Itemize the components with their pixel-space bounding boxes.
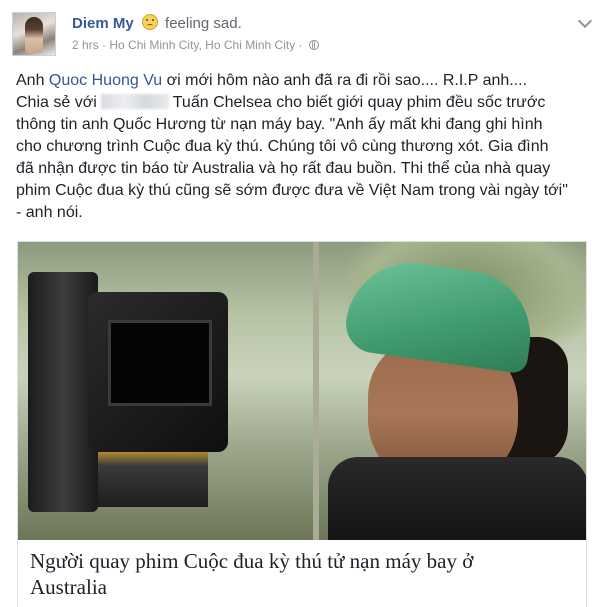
post-text: ơi mới hôm nào anh đã ra đi rồi sao.... … — [162, 72, 528, 89]
post-body: Anh Quoc Huong Vu ơi mới hôm nào anh đã … — [16, 70, 590, 224]
post-line: - anh nói. — [16, 204, 83, 221]
post-line: thông tin anh Quốc Hương từ nạn máy bay.… — [16, 116, 543, 133]
post-header-line: Diem My feeling sad. — [72, 14, 242, 32]
post-text: Tuấn Chelsea cho biết giới quay phim đều… — [172, 94, 546, 111]
link-title-line: Người quay phim Cuộc đua kỳ thú tử nạn m… — [30, 549, 474, 573]
globe-icon[interactable] — [308, 40, 319, 50]
meta-separator: · — [102, 38, 107, 52]
post-line: cho chương trình Cuộc đua kỳ thú. Chúng … — [16, 138, 549, 155]
post-text: Anh — [16, 72, 49, 89]
post-line: Chia sẻ với Tuấn Chelsea cho biết giới qu… — [16, 92, 590, 114]
avatar[interactable] — [12, 12, 56, 56]
meta-separator-2: · — [298, 38, 303, 52]
timestamp-link[interactable]: 2 hrs — [72, 38, 99, 52]
location-link[interactable]: Ho Chi Minh City, Ho Chi Minh City — [109, 38, 295, 52]
post-line: đã nhận được tin báo từ Australia và họ … — [16, 160, 551, 177]
link-preview-image[interactable] — [18, 242, 586, 540]
author-name-link[interactable]: Diem My — [72, 15, 134, 32]
redacted-name — [100, 94, 169, 109]
sad-face-icon — [141, 14, 158, 30]
post-text: Chia sẻ với — [16, 94, 97, 111]
shared-link-card[interactable]: Người quay phim Cuộc đua kỳ thú tử nạn m… — [17, 241, 587, 607]
post-line: phim Cuộc đua kỳ thú cũng sẽ sớm được đư… — [16, 182, 568, 199]
post-line: Anh Quoc Huong Vu ơi mới hôm nào anh đã … — [16, 70, 590, 92]
post-meta: 2 hrs · Ho Chi Minh City, Ho Chi Minh Ci… — [72, 38, 319, 52]
link-title[interactable]: Người quay phim Cuộc đua kỳ thú tử nạn m… — [30, 548, 576, 600]
link-title-line: Australia — [30, 575, 107, 599]
feeling-text: feeling sad. — [165, 15, 242, 32]
mention-link[interactable]: Quoc Huong Vu — [49, 72, 162, 89]
chevron-down-icon[interactable] — [577, 13, 593, 29]
feed-post: Diem My feeling sad. 2 hrs · Ho Chi Minh… — [0, 0, 600, 607]
camera-illustration — [28, 262, 258, 512]
cameraman-illustration — [328, 254, 586, 540]
